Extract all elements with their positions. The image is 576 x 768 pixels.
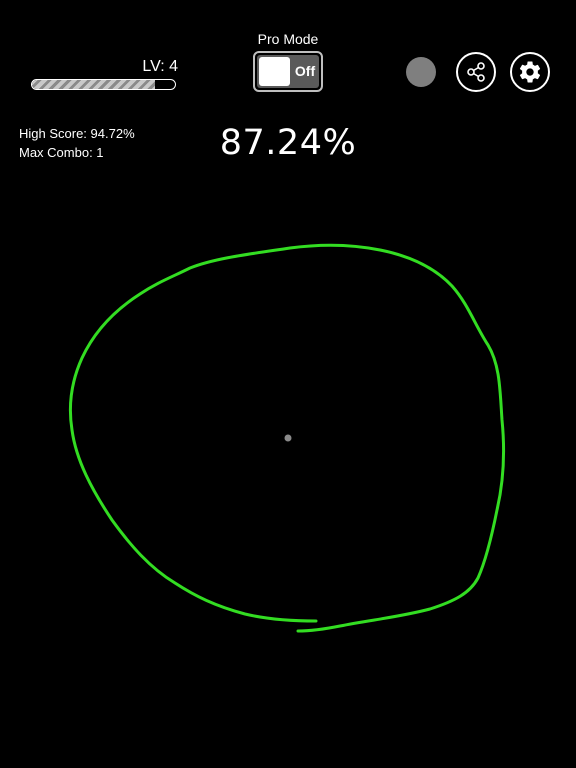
level-progress-bar <box>31 79 176 90</box>
pro-mode-toggle[interactable]: Off <box>253 51 323 92</box>
status-dot-icon <box>406 57 436 87</box>
stats-panel: High Score: 94.72% Max Combo: 1 <box>19 124 135 162</box>
gear-icon <box>519 61 541 83</box>
level-label: LV: 4 <box>142 58 178 75</box>
pro-mode-label: Pro Mode <box>257 31 319 47</box>
current-score: 87.24% <box>219 123 357 163</box>
toggle-knob <box>259 57 290 86</box>
settings-button[interactable] <box>510 52 550 92</box>
level-progress-fill <box>32 80 155 89</box>
toggle-track: Off <box>257 55 319 88</box>
share-icon <box>467 62 485 82</box>
max-combo: Max Combo: 1 <box>19 145 104 160</box>
share-button[interactable] <box>456 52 496 92</box>
drawing-canvas[interactable] <box>0 0 576 768</box>
center-dot <box>284 434 292 442</box>
high-score: High Score: 94.72% <box>19 126 135 141</box>
toggle-state-text: Off <box>294 63 316 79</box>
